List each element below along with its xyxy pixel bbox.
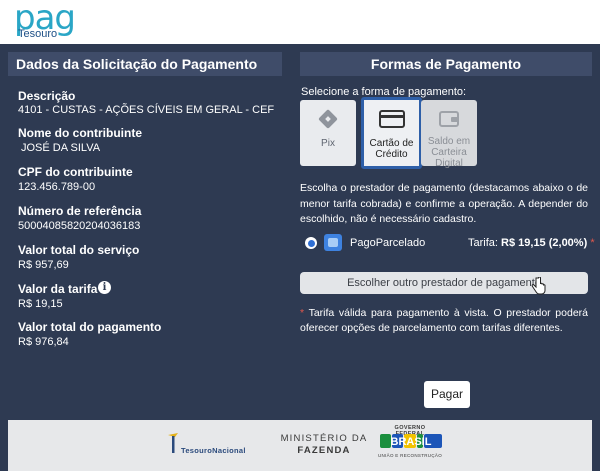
- info-icon[interactable]: i: [98, 281, 111, 294]
- request-data-header: Dados da Solicitação do Pagamento: [8, 52, 282, 76]
- method-pix-button[interactable]: Pix: [300, 100, 356, 166]
- ministerio-line1: MINISTÉRIO DA: [280, 433, 368, 444]
- governo-federal-brasil-word: BRASIL: [391, 436, 432, 448]
- provider-name: PagoParcelado: [350, 237, 426, 249]
- payment-methods-title: Formas de Pagamento: [370, 56, 522, 72]
- pix-icon: [318, 109, 338, 129]
- description-label: Descrição: [18, 89, 76, 103]
- tariff-value-label: Valor da tarifa: [18, 282, 98, 296]
- method-digital-wallet-label-line1: Saldo em: [427, 136, 471, 147]
- provider-instructions: Escolha o prestador de pagamento (destac…: [300, 182, 588, 225]
- provider-logo-icon: [324, 234, 342, 251]
- method-digital-wallet-label-line2: Carteira: [431, 147, 467, 158]
- pay-button[interactable]: Pagar: [424, 381, 470, 408]
- tesouro-nacional-logo-icon: [168, 433, 178, 453]
- description-value: 4101 - CUSTAS - AÇÕES CÍVEIS EM GERAL - …: [18, 104, 275, 116]
- provider-tariff-value: R$ 19,15 (2,00%): [501, 237, 588, 249]
- tesouro-nacional-text: TesouroNacional: [181, 446, 246, 455]
- taxpayer-cpf-value: 123.456.789-00: [18, 181, 96, 193]
- logo-subtext: Tesouro: [18, 28, 58, 40]
- provider-tariff-label: Tarifa:: [468, 237, 498, 249]
- payment-methods-header: Formas de Pagamento: [300, 52, 592, 76]
- payment-total-label: Valor total do pagamento: [18, 320, 162, 334]
- tariff-value: R$ 19,15: [18, 298, 63, 310]
- service-total-label: Valor total do serviço: [18, 243, 140, 257]
- hand-pointer-cursor-icon: [531, 277, 546, 295]
- provider-tariff: Tarifa: R$ 19,15 (2,00%) *: [468, 237, 595, 249]
- request-data-title: Dados da Solicitação do Pagamento: [16, 56, 258, 72]
- governo-federal-brasil-logo: BRASIL: [380, 434, 442, 448]
- method-digital-wallet-button: Saldo em Carteira Digital: [421, 100, 477, 169]
- governo-federal-line2: UNIÃO E RECONSTRUÇÃO: [378, 453, 443, 458]
- taxpayer-name-label: Nome do contribuinte: [18, 126, 142, 140]
- taxpayer-cpf-label: CPF do contribuinte: [18, 165, 133, 179]
- header: pag Tesouro: [0, 0, 600, 44]
- method-credit-card-button[interactable]: Cartão de Crédito: [361, 97, 422, 169]
- method-credit-card-label-line1: Cartão de: [369, 138, 414, 149]
- pag-tesouro-logo: pag Tesouro: [14, 0, 84, 42]
- payment-total-value: R$ 976,84: [18, 336, 69, 348]
- wallet-icon: [439, 111, 459, 127]
- method-digital-wallet-label-line3: Digital: [435, 158, 463, 169]
- taxpayer-name-value: JOSÉ DA SILVA: [21, 142, 101, 154]
- reference-number-label: Número de referência: [18, 204, 142, 218]
- method-credit-card-label-line2: Crédito: [375, 149, 408, 160]
- ministerio-line2: FAZENDA: [297, 445, 351, 456]
- credit-card-icon: [379, 110, 405, 128]
- tariff-note: * Tarifa válida para pagamento à vista. …: [300, 306, 588, 336]
- service-total-value: R$ 957,69: [18, 259, 69, 271]
- method-pix-label: Pix: [321, 138, 335, 149]
- provider-tariff-asterisk: *: [590, 237, 595, 249]
- footer: TesouroNacional MINISTÉRIO DA FAZENDA GO…: [8, 420, 592, 471]
- method-digital-wallet-label: Saldo em Carteira Digital: [421, 136, 477, 169]
- method-credit-card-label: Cartão de Crédito: [364, 138, 419, 160]
- note-text: Tarifa válida para pagamento à vista. O …: [300, 307, 588, 334]
- note-asterisk: *: [300, 307, 305, 319]
- provider-radio[interactable]: [305, 237, 317, 249]
- reference-number-value: 50004085820204036183: [18, 220, 141, 232]
